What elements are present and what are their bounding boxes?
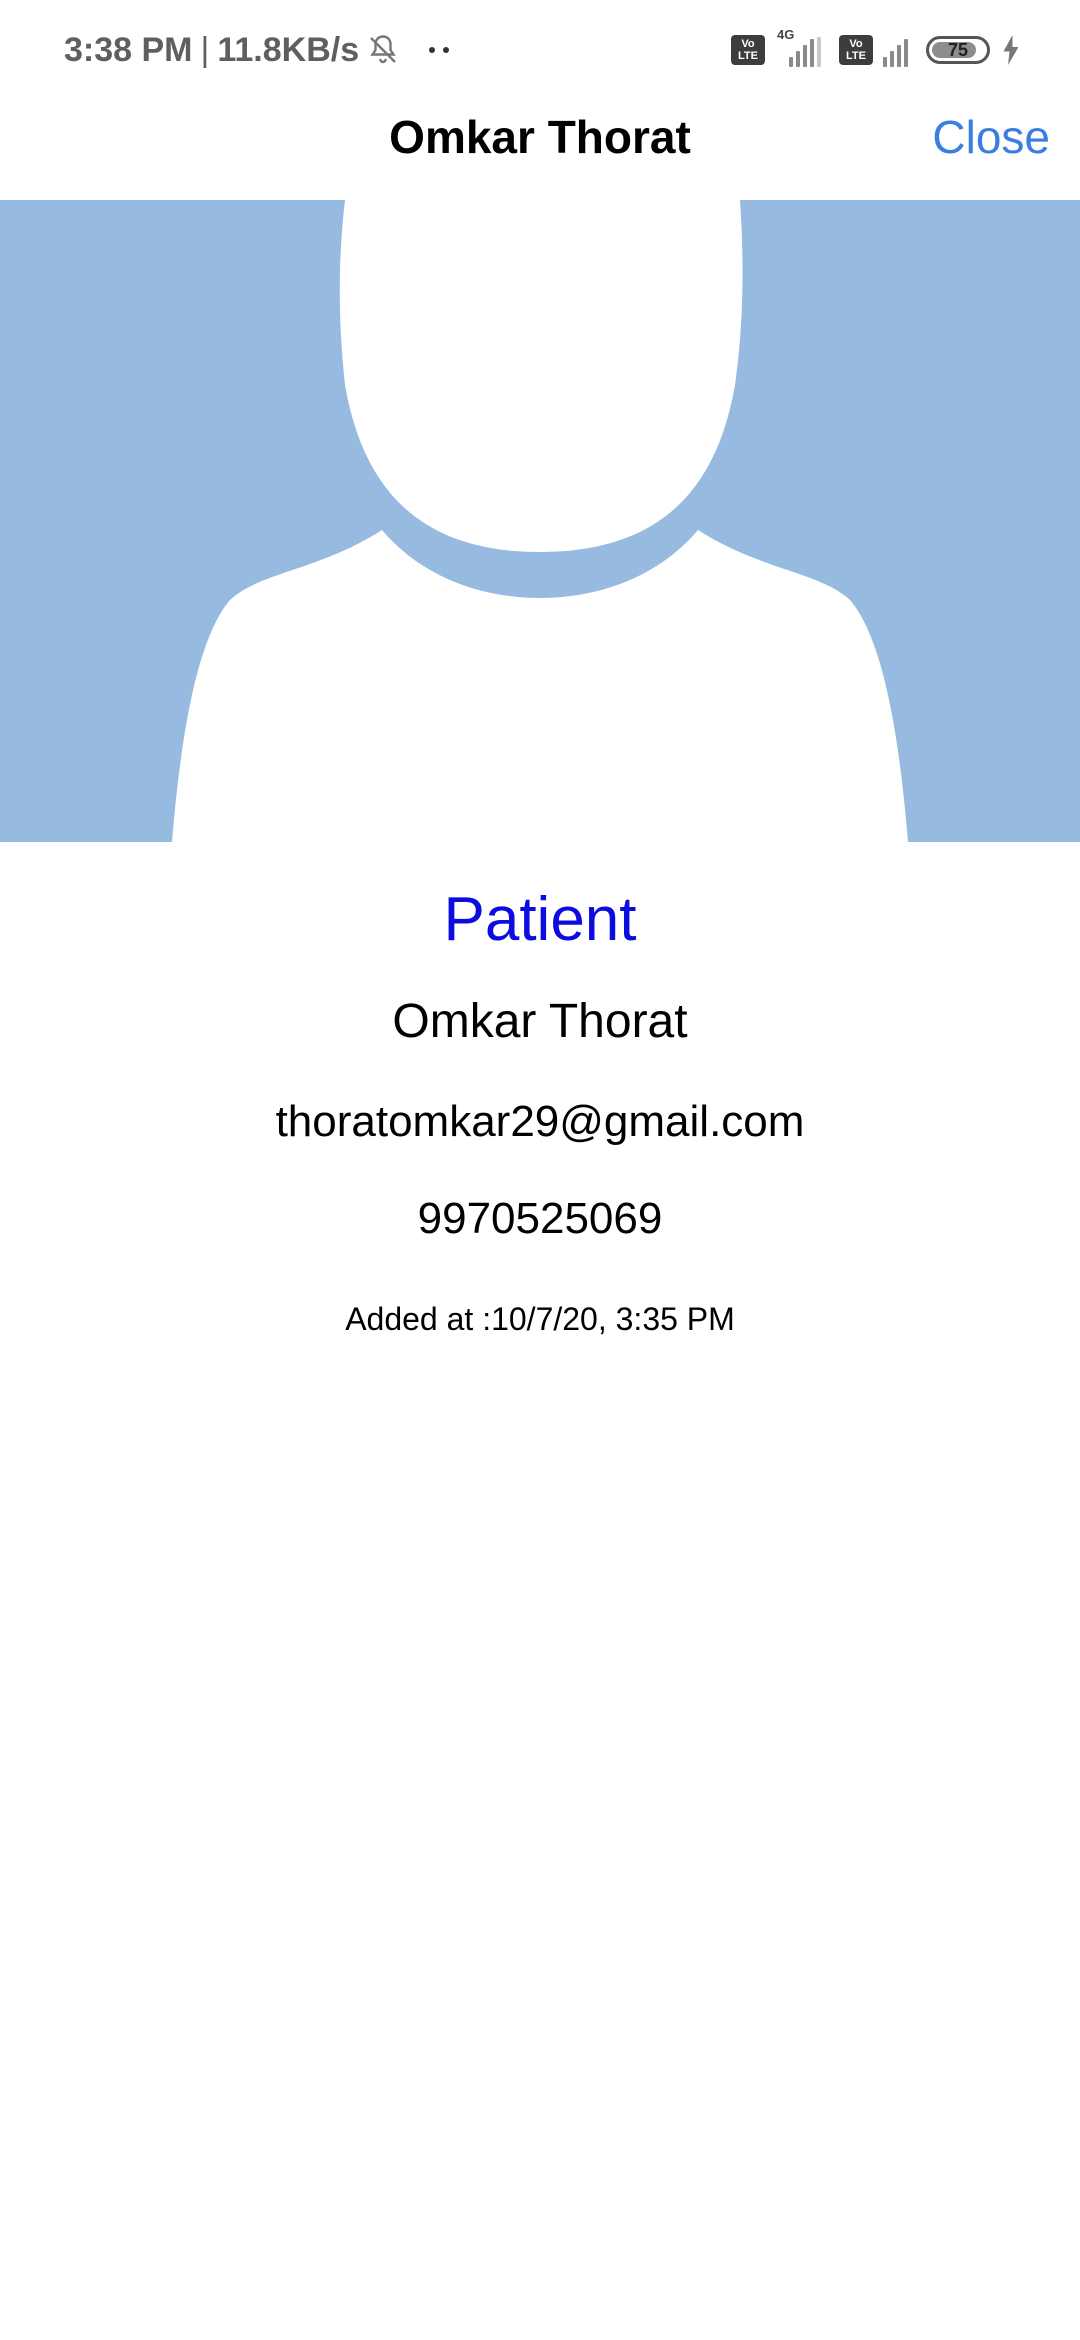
volte-icon: Vo LTE [839, 35, 873, 65]
volte-icon: Vo LTE [731, 35, 765, 65]
status-bar: 3:38 PM | 11.8KB/s Vo LTE 4G Vo LTE 75 [0, 0, 1080, 100]
network-type: 4G [777, 27, 795, 42]
default-avatar-icon [0, 200, 1080, 842]
profile-phone: 9970525069 [417, 1194, 663, 1243]
signal-bar [890, 51, 894, 67]
network-speed: 11.8KB/s [217, 30, 360, 69]
signal-bar [803, 45, 807, 67]
added-at-label: Added at : [345, 1301, 492, 1337]
page-title: Omkar Thorat [389, 111, 691, 163]
bell-muted-icon [365, 32, 401, 68]
added-at-value: 10/7/20, 3:35 PM [491, 1301, 735, 1337]
close-button[interactable]: Close [932, 110, 1050, 164]
volte-label-top: Vo [741, 38, 755, 50]
more-dots-icon [429, 47, 450, 53]
signal-icon [883, 33, 908, 67]
signal-bar [796, 51, 800, 67]
status-right: Vo LTE 4G Vo LTE 75 [731, 27, 1022, 72]
charging-bolt-icon [1000, 35, 1022, 65]
profile-name: Omkar Thorat [392, 995, 688, 1048]
header: Omkar Thorat Close [0, 100, 1080, 200]
signal-icon: 4G [775, 27, 821, 67]
profile-details: Patient Omkar Thorat thoratomkar29@gmail… [0, 860, 1080, 1374]
signal-bar [789, 57, 793, 67]
status-left: 3:38 PM | 11.8KB/s [64, 28, 450, 72]
signal-bar [817, 37, 821, 67]
profile-role: Patient [443, 885, 637, 954]
signal-bar [810, 39, 814, 67]
status-separator: | [200, 30, 210, 69]
profile-email: thoratomkar29@gmail.com [275, 1097, 805, 1146]
profile-added-at: Added at :10/7/20, 3:35 PM [0, 1264, 1080, 1374]
battery-level: 75 [947, 39, 969, 60]
status-time: 3:38 PM [64, 30, 193, 69]
volte-label-top: Vo [849, 38, 863, 50]
signal-bar [904, 39, 908, 67]
volte-label-bottom: LTE [738, 50, 758, 62]
signal-bar [883, 57, 887, 67]
battery-icon: 75 [926, 36, 990, 64]
volte-label-bottom: LTE [846, 50, 866, 62]
signal-bar [897, 45, 901, 67]
page: 3:38 PM | 11.8KB/s Vo LTE 4G Vo LTE 75 O… [0, 0, 1080, 2340]
